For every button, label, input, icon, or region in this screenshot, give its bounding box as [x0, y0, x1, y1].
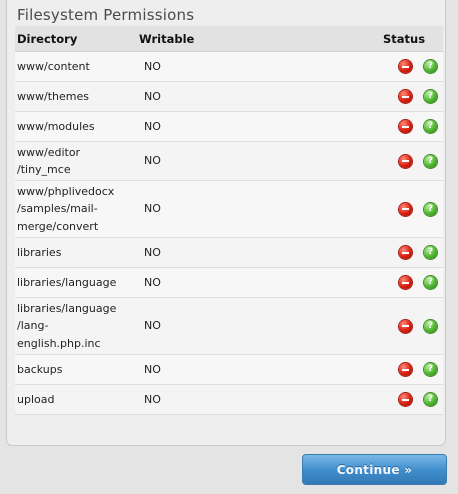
directory-path-line: upload — [17, 392, 55, 406]
directory-cell: backups — [15, 354, 137, 385]
table-row: libraries/language/lang-english.php.inc N… — [15, 297, 443, 355]
help-icon[interactable]: ? — [424, 60, 437, 74]
permissions-table: Directory Writable Status www/content NO?… — [15, 26, 443, 415]
help-icon[interactable]: ? — [424, 90, 437, 104]
table-row: libraries/language NO? — [15, 267, 443, 298]
no-entry-icon — [399, 90, 412, 104]
directory-path-line: www/modules — [17, 119, 95, 133]
writable-cell: NO — [137, 141, 375, 181]
status-cell: ? — [375, 111, 443, 142]
no-entry-icon — [399, 393, 412, 407]
table-row: www/modules NO? — [15, 111, 443, 142]
no-entry-icon — [399, 60, 412, 74]
directory-path-line: libraries/language — [17, 275, 117, 289]
directory-path-line: merge/convert — [17, 219, 99, 233]
column-header-writable: Writable — [137, 26, 375, 52]
continue-button[interactable]: Continue » — [302, 454, 447, 485]
help-icon[interactable]: ? — [424, 276, 437, 290]
directory-path-line: /samples/mail- — [17, 202, 98, 216]
writable-cell: NO — [137, 180, 375, 238]
status-cell: ? — [375, 180, 443, 238]
directory-cell: www/phplivedocx/samples/mail-merge/conve… — [15, 180, 137, 238]
directory-cell: www/themes — [15, 81, 137, 112]
writable-cell: NO — [137, 354, 375, 385]
table-row: www/editor/tiny_mce NO? — [15, 141, 443, 181]
table-row: upload NO? — [15, 384, 443, 415]
filesystem-permissions-panel: Filesystem Permissions Directory Writabl… — [6, 0, 446, 446]
directory-path-line: www/content — [17, 59, 90, 73]
table-row: libraries NO? — [15, 237, 443, 268]
writable-cell: NO — [137, 297, 375, 355]
help-icon[interactable]: ? — [424, 154, 437, 168]
directory-path-line: libraries — [17, 245, 62, 259]
directory-path-line: english.php.inc — [17, 336, 101, 350]
writable-cell: NO — [137, 51, 375, 82]
column-header-status: Status — [375, 26, 443, 52]
table-row: www/phplivedocx/samples/mail-merge/conve… — [15, 180, 443, 238]
help-icon[interactable]: ? — [424, 363, 437, 377]
table-row: www/content NO? — [15, 51, 443, 82]
help-icon[interactable]: ? — [424, 246, 437, 260]
no-entry-icon — [399, 154, 412, 168]
table-row: www/themes NO? — [15, 81, 443, 112]
directory-cell: www/editor/tiny_mce — [15, 141, 137, 181]
status-cell: ? — [375, 51, 443, 82]
no-entry-icon — [399, 120, 412, 134]
no-entry-icon — [399, 319, 412, 333]
directory-path-line: www/themes — [17, 89, 89, 103]
no-entry-icon — [399, 363, 412, 377]
table-row: backups NO? — [15, 354, 443, 385]
directory-cell: libraries/language/lang-english.php.inc — [15, 297, 137, 355]
no-entry-icon — [399, 202, 412, 216]
no-entry-icon — [399, 276, 412, 290]
directory-path-line: backups — [17, 362, 63, 376]
writable-cell: NO — [137, 237, 375, 268]
directory-cell: upload — [15, 384, 137, 415]
status-cell: ? — [375, 297, 443, 355]
help-icon[interactable]: ? — [424, 202, 437, 216]
status-cell: ? — [375, 267, 443, 298]
table-header-row: Directory Writable Status — [15, 26, 443, 52]
writable-cell: NO — [137, 267, 375, 298]
writable-cell: NO — [137, 81, 375, 112]
directory-path-line: /tiny_mce — [17, 163, 71, 176]
panel-title: Filesystem Permissions — [17, 6, 195, 24]
directory-cell: www/content — [15, 51, 137, 82]
column-header-directory: Directory — [15, 26, 137, 52]
writable-cell: NO — [137, 111, 375, 142]
directory-path-line: www/phplivedocx — [17, 184, 115, 198]
directory-cell: libraries/language — [15, 267, 137, 298]
directory-path-line: /lang- — [17, 319, 49, 333]
status-cell: ? — [375, 237, 443, 268]
status-cell: ? — [375, 81, 443, 112]
no-entry-icon — [399, 246, 412, 260]
directory-cell: www/modules — [15, 111, 137, 142]
help-icon[interactable]: ? — [424, 393, 437, 407]
writable-cell: NO — [137, 384, 375, 415]
status-cell: ? — [375, 141, 443, 181]
help-icon[interactable]: ? — [424, 319, 437, 333]
directory-path-line: www/editor — [17, 145, 81, 159]
help-icon[interactable]: ? — [424, 120, 437, 134]
status-cell: ? — [375, 354, 443, 385]
status-cell: ? — [375, 384, 443, 415]
directory-path-line: libraries/language — [17, 301, 117, 315]
directory-cell: libraries — [15, 237, 137, 268]
